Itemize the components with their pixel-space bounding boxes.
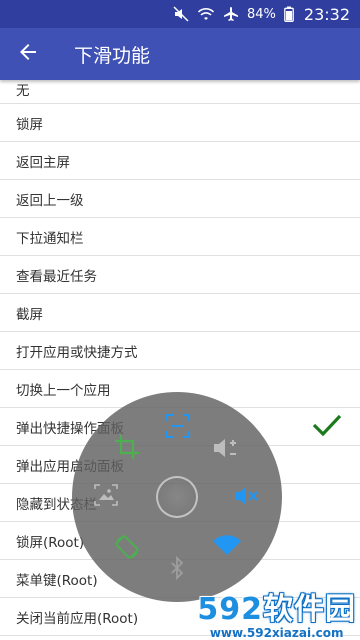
app-bar: 下滑功能 xyxy=(0,28,360,80)
panel-center-button[interactable] xyxy=(156,476,198,518)
clock: 23:32 xyxy=(303,4,350,24)
watermark-brand: 软件园 xyxy=(263,592,356,627)
list-item-home[interactable]: 返回主屏 xyxy=(0,142,360,180)
list-item-label: 返回主屏 xyxy=(16,154,70,171)
bluetooth-icon[interactable] xyxy=(166,554,188,582)
mute-icon[interactable] xyxy=(232,482,260,510)
page-title: 下滑功能 xyxy=(74,44,151,67)
list-item-label: 锁屏 xyxy=(16,116,43,133)
status-bar: 84% 23:32 xyxy=(0,0,360,28)
watermark-number: 592 xyxy=(197,592,263,627)
list-item-screenshot[interactable]: 截屏 xyxy=(0,294,360,332)
list-item-notifications[interactable]: 下拉通知栏 xyxy=(0,218,360,256)
list-item-none[interactable]: 无 xyxy=(0,80,360,104)
list-item-lock-screen[interactable]: 锁屏 xyxy=(0,104,360,142)
rotation-icon[interactable] xyxy=(112,532,142,562)
watermark-url: www.592xiazai.com xyxy=(209,626,344,640)
crop-icon[interactable] xyxy=(112,432,142,462)
list-item-back[interactable]: 返回上一级 xyxy=(0,180,360,218)
volume-adjust-icon[interactable] xyxy=(212,434,242,462)
list-item-label: 截屏 xyxy=(16,306,43,323)
battery-icon xyxy=(284,6,294,22)
list-item-recent-tasks[interactable]: 查看最近任务 xyxy=(0,256,360,294)
back-button[interactable] xyxy=(0,28,56,80)
battery-percentage: 84% xyxy=(246,6,276,22)
list-item-label: 无 xyxy=(16,83,30,99)
airplane-icon xyxy=(223,6,239,22)
image-icon[interactable] xyxy=(92,482,120,508)
list-item-open-app[interactable]: 打开应用或快捷方式 xyxy=(0,332,360,370)
list-item-label: 打开应用或快捷方式 xyxy=(16,344,138,361)
quick-action-panel xyxy=(72,392,282,602)
wifi-icon xyxy=(197,6,215,22)
list-item-label: 查看最近任务 xyxy=(16,268,97,285)
wifi-icon[interactable] xyxy=(212,532,242,558)
list-item-label: 返回上一级 xyxy=(16,192,84,209)
list-item-label: 菜单键(Root) xyxy=(16,572,98,589)
list-item-label: 切换上一个应用 xyxy=(16,382,111,399)
arrow-back-icon xyxy=(18,42,38,66)
watermark-logo: 592软件园 www.592xiazai.com xyxy=(197,594,356,640)
checkmark-icon xyxy=(312,413,342,441)
screenshot-icon[interactable] xyxy=(164,412,192,440)
list-item-label: 关闭当前应用(Root) xyxy=(16,610,139,627)
mute-icon xyxy=(173,6,189,22)
list-item-label: 下拉通知栏 xyxy=(16,230,84,247)
list-item-label: 锁屏(Root) xyxy=(16,534,85,551)
